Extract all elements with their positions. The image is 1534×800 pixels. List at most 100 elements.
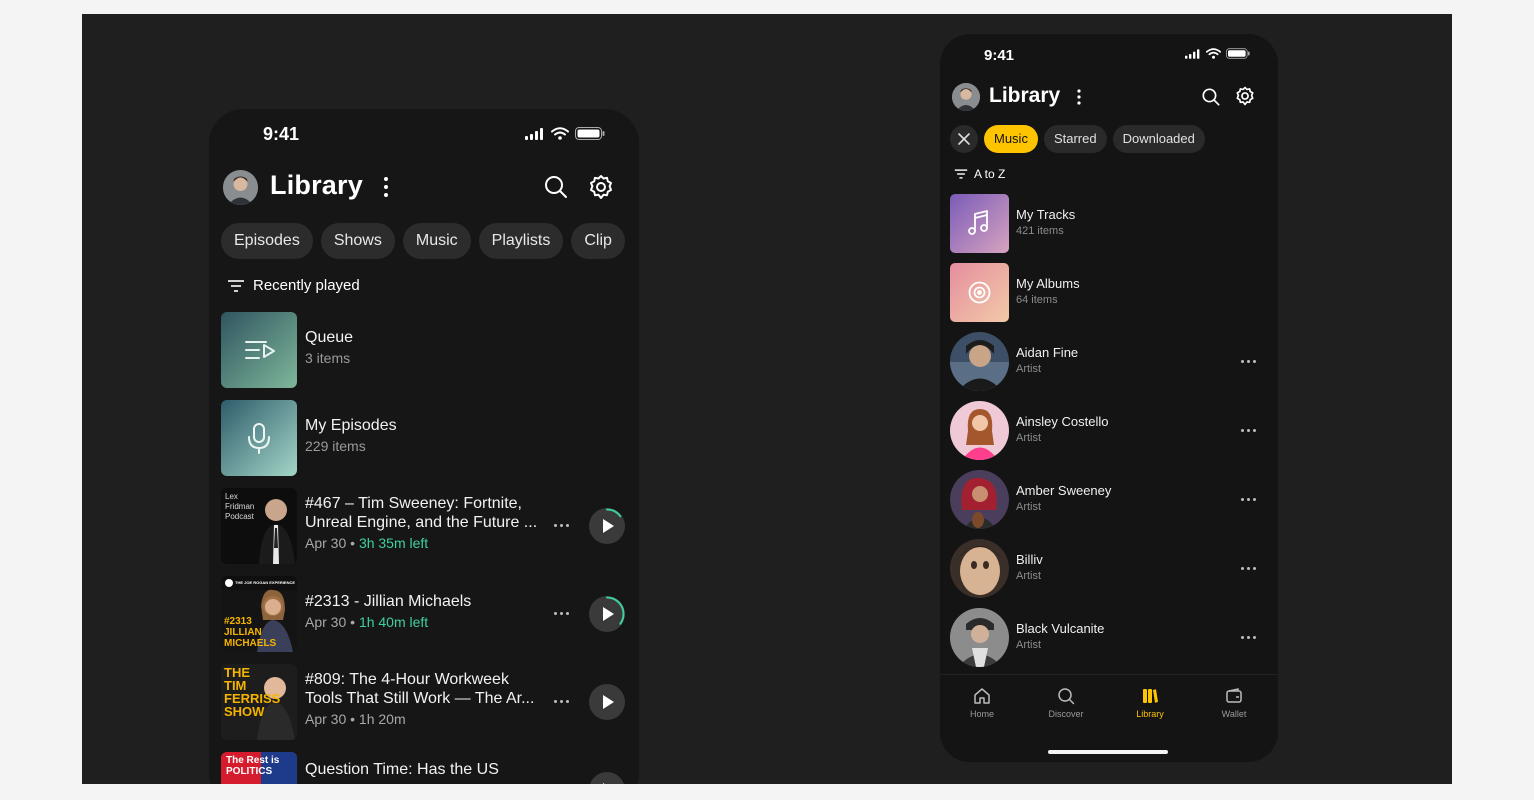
more-options-icon[interactable] [1241,636,1256,639]
episode-title-line2: Tools That Still Work — The Ar... [305,690,535,707]
list-item-my-tracks[interactable]: My Tracks 421 items [950,194,1268,254]
item-subtitle: 3 items [305,350,351,366]
more-options-icon[interactable] [1241,360,1256,363]
tab-label: Library [1136,709,1164,719]
item-text: #2313 - Jillian Michaels Apr 30 • 1h 40m… [305,592,545,633]
tab-label: Wallet [1221,709,1247,719]
chip-clips[interactable]: Clip [571,223,625,259]
clear-filter-button[interactable] [950,125,978,153]
sort-control[interactable]: Recently played [227,277,360,294]
chip-starred[interactable]: Starred [1043,125,1107,153]
item-title: My Albums [1016,276,1080,291]
sort-control[interactable]: A to Z [954,167,1005,181]
artwork-text: Lex Fridman Podcast [225,492,255,521]
play-button[interactable] [589,596,625,632]
tab-home[interactable]: Home [952,687,1012,719]
artist-name: Aidan Fine [1016,345,1079,360]
artist-name: Black Vulcanite [1016,621,1105,636]
list-item-my-episodes[interactable]: My Episodes 229 items [221,400,627,476]
episode-artwork: Lex Fridman Podcast [221,488,297,564]
artist-row[interactable]: Amber Sweeney Artist [950,470,1268,530]
more-options-icon[interactable] [554,524,569,527]
episode-row[interactable]: Lex Fridman Podcast #467 – Tim Sweeney: … [221,488,627,564]
artwork-header: THE JOE ROGAN EXPERIENCE [235,580,296,585]
chip-music[interactable]: Music [402,223,471,259]
item-text: Queue 3 items [305,328,545,369]
artwork-text: The Rest is POLITICS [226,755,280,777]
more-options-icon[interactable] [1241,567,1256,570]
episode-date: Apr 30 • [305,614,356,630]
artist-name: Amber Sweeney [1016,483,1112,498]
list-item-my-albums[interactable]: My Albums 64 items [950,263,1268,323]
gear-icon[interactable] [588,174,614,200]
play-button[interactable] [589,508,625,544]
time-left: 1h 40m left [358,614,429,630]
episode-row[interactable]: The Rest is POLITICS Question Time: Has … [221,752,627,784]
tab-library[interactable]: Library [1120,687,1180,719]
battery-icon [1226,48,1250,59]
signal-icon [525,127,543,140]
more-icon[interactable] [1075,88,1083,106]
more-options-icon[interactable] [1241,498,1256,501]
chip-downloaded[interactable]: Downloaded [1112,125,1205,153]
status-bar: 9:41 [209,109,639,161]
tab-label: Discover [1048,709,1084,719]
search-icon[interactable] [543,174,569,200]
episode-artwork: THE TIM FERRISS SHOW [221,664,297,740]
sort-icon [228,279,244,292]
avatar[interactable] [223,170,258,205]
phone-music-library: 9:41 Library Music Starred Downloaded A … [940,34,1278,762]
tracks-thumbnail [950,194,1009,253]
sort-label: Recently played [253,277,360,294]
episode-date: Apr 30 • 1h 20m [305,711,406,727]
wifi-icon [1206,48,1221,59]
tab-wallet[interactable]: Wallet [1204,687,1264,719]
chip-episodes[interactable]: Episodes [221,223,313,259]
chip-shows[interactable]: Shows [320,223,395,259]
artist-row[interactable]: Ainsley Costello Artist [950,401,1268,461]
filter-chips: Episodes Shows Music Playlists Clip [221,223,627,259]
artist-avatar [950,332,1009,391]
album-icon [968,281,991,304]
gear-icon[interactable] [1235,86,1255,106]
sort-label: A to Z [974,167,1006,181]
search-icon[interactable] [1201,87,1221,107]
more-icon[interactable] [381,175,391,199]
list-item-queue[interactable]: Queue 3 items [221,312,627,388]
queue-icon [245,341,275,359]
artist-avatar [950,470,1009,529]
item-title: Queue [305,329,354,346]
play-button[interactable] [589,684,625,720]
more-options-icon[interactable] [554,612,569,615]
chip-playlists[interactable]: Playlists [478,223,564,259]
artist-row[interactable]: Black Vulcanite Artist [950,608,1268,668]
home-indicator [1048,750,1168,754]
episode-title-line1: #809: The 4-Hour Workweek [305,671,509,688]
episode-row[interactable]: THE JOE ROGAN EXPERIENCE #2313 JILLIAN M… [221,576,627,652]
episode-artwork: The Rest is POLITICS [221,752,297,784]
chip-music[interactable]: Music [984,125,1038,153]
artist-label: Artist [1016,501,1042,513]
more-options-icon[interactable] [1241,429,1256,432]
artist-row[interactable]: Aidan Fine Artist [950,332,1268,392]
status-icons [525,127,605,140]
avatar[interactable] [952,83,980,111]
item-text: My Episodes 229 items [305,416,545,457]
time-left: 3h 35m left [358,535,429,551]
status-time: 9:41 [263,124,300,144]
phone-podcast-library: 9:41 Library Episodes Shows Music Playli… [209,109,639,784]
episode-row[interactable]: THE TIM FERRISS SHOW #809: The 4-Hour Wo… [221,664,627,740]
artwork-text: THE TIM FERRISS SHOW [224,665,281,719]
artist-row[interactable]: Billiv Artist [950,539,1268,599]
artwork-text: #2313 JILLIAN MICHAELS [224,616,277,649]
item-subtitle: 64 items [1016,294,1058,306]
artist-label: Artist [1016,363,1042,375]
play-button[interactable] [589,772,625,784]
tab-label: Home [969,709,994,719]
more-options-icon[interactable] [554,700,569,703]
episode-title: Question Time: Has the US [305,761,499,778]
episode-title-line1: #467 – Tim Sweeney: Fortnite, [305,495,522,512]
status-icons [1185,48,1250,59]
tab-discover[interactable]: Discover [1036,687,1096,719]
episodes-thumbnail [221,400,297,476]
